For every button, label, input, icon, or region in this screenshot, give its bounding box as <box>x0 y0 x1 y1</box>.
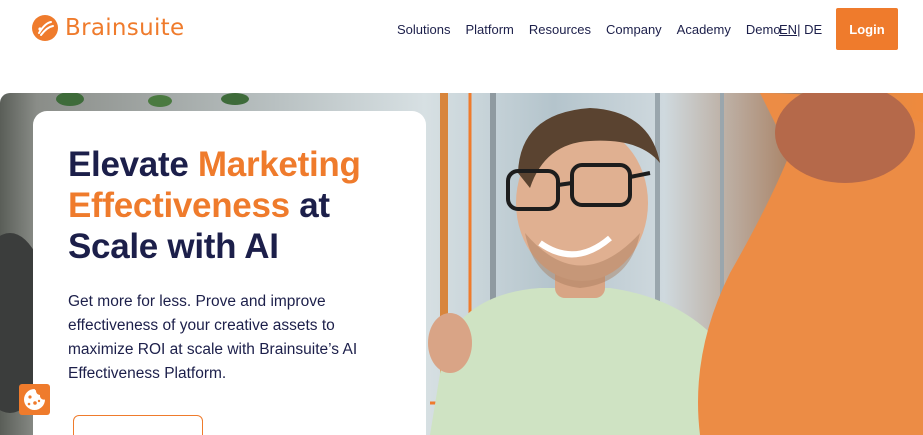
nav-item-platform[interactable]: Platform <box>465 22 513 37</box>
site-header: Brainsuite Solutions Platform Resources … <box>0 0 923 60</box>
nav-item-company[interactable]: Company <box>606 22 662 37</box>
cookie-settings-button[interactable] <box>19 384 50 415</box>
nav-item-demo[interactable]: Demo <box>746 22 781 37</box>
brainsuite-logo-icon <box>32 15 58 41</box>
nav-item-solutions[interactable]: Solutions <box>397 22 450 37</box>
lang-separator: | <box>797 22 801 37</box>
brand-logo[interactable]: Brainsuite <box>32 15 184 41</box>
login-button[interactable]: Login <box>836 8 898 50</box>
hero-subtext: Get more for less. Prove and improve eff… <box>68 293 358 382</box>
cookie-icon <box>24 389 45 410</box>
hero-cta-button[interactable] <box>73 415 203 435</box>
nav-item-academy[interactable]: Academy <box>677 22 731 37</box>
headline-part1: Elevate <box>68 145 198 184</box>
nav-item-resources[interactable]: Resources <box>529 22 591 37</box>
lang-de-link[interactable]: DE <box>804 22 822 37</box>
main-nav: Solutions Platform Resources Company Aca… <box>397 22 781 37</box>
language-switcher: EN| DE <box>779 22 822 37</box>
lang-en-link[interactable]: EN <box>779 22 797 37</box>
hero-headline: Elevate Marketing Effectiveness at Scale… <box>68 144 408 267</box>
brand-name: Brainsuite <box>65 15 185 41</box>
